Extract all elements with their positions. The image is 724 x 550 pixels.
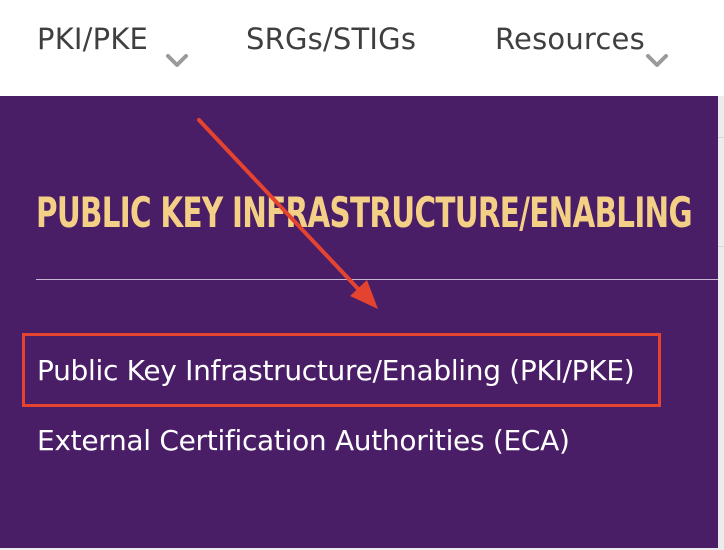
edge-divider [718,246,724,247]
heading-divider [36,279,718,280]
nav-item-label: SRGs/STIGs [246,22,417,56]
nav-item-srgs-stigs[interactable]: SRGs/STIGs [246,22,416,56]
nav-item-pki-pke[interactable]: PKI/PKE [37,22,148,56]
edge-divider [718,137,724,138]
page-heading-container: PUBLIC KEY INFRASTRUCTURE/ENABLING [36,182,718,248]
nav-item-label: Resources [495,22,645,56]
content-panel [0,96,718,548]
page-heading: PUBLIC KEY INFRASTRUCTURE/ENABLING [36,188,693,237]
nav-item-resources[interactable]: Resources [495,22,645,56]
chevron-down-icon[interactable] [646,54,668,68]
top-navigation: PKI/PKE SRGs/STIGs Resources [0,0,724,96]
red-highlight-box [22,333,661,407]
right-edge-strip [718,96,724,550]
chevron-down-icon[interactable] [166,54,188,68]
link-eca[interactable]: External Certification Authorities (ECA) [37,424,570,457]
nav-item-label: PKI/PKE [37,22,149,56]
